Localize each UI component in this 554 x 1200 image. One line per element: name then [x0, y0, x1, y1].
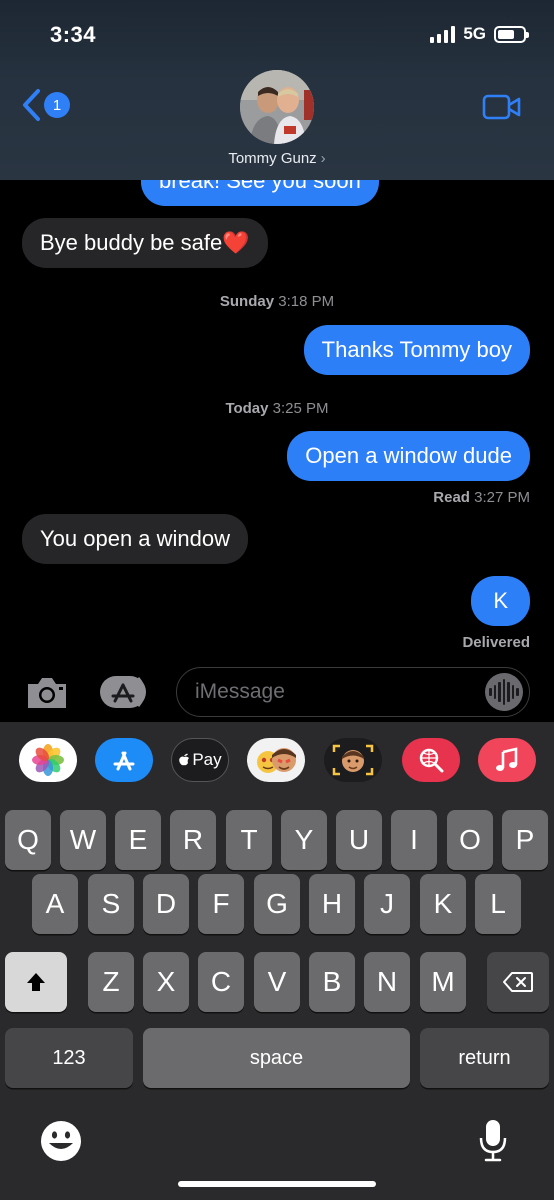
key-t[interactable]: T: [226, 810, 272, 870]
message-input[interactable]: [195, 678, 485, 706]
key-u[interactable]: U: [336, 810, 382, 870]
return-key[interactable]: return: [420, 1028, 549, 1088]
contact-name: Tommy Gunz: [228, 150, 317, 167]
contact-name-button[interactable]: Tommy Gunz ›: [0, 150, 554, 167]
message-bubble-outgoing[interactable]: K: [471, 576, 530, 626]
message-text: Open a window dude: [305, 443, 512, 468]
app-drawer: Pay: [0, 722, 554, 794]
key-h[interactable]: H: [309, 874, 355, 934]
key-s[interactable]: S: [88, 874, 134, 934]
app-store-icon[interactable]: [95, 738, 153, 782]
music-icon[interactable]: [478, 738, 536, 782]
status-time: 3:34: [50, 22, 97, 47]
shift-arrow-icon: [27, 973, 45, 991]
message-text: Thanks Tommy boy: [321, 337, 512, 362]
key-c[interactable]: C: [198, 952, 244, 1012]
key-m[interactable]: M: [420, 952, 466, 1012]
chevron-left-icon: [23, 89, 40, 121]
message-input-container[interactable]: [176, 667, 530, 717]
key-l[interactable]: L: [475, 874, 521, 934]
photos-icon[interactable]: [19, 738, 77, 782]
key-o[interactable]: O: [447, 810, 493, 870]
message-text: You open a window: [40, 526, 231, 551]
key-g[interactable]: G: [254, 874, 300, 934]
numbers-key[interactable]: 123: [5, 1028, 133, 1088]
memoji-stickers-icon[interactable]: [247, 738, 305, 782]
key-b[interactable]: B: [309, 952, 355, 1012]
message-bubble-incoming[interactable]: You open a window: [22, 514, 249, 564]
timestamp: Today 3:25 PM: [225, 400, 329, 417]
key-k[interactable]: K: [420, 874, 466, 934]
backspace-icon: [503, 972, 533, 992]
network-type: 5G: [463, 24, 486, 43]
conversation-header: 3:34 5G 1 Tommy Gunz ›: [0, 0, 554, 180]
avatar[interactable]: [240, 70, 314, 144]
key-d[interactable]: D: [143, 874, 189, 934]
key-f[interactable]: F: [198, 874, 244, 934]
message-text: Bye buddy be safe: [40, 230, 223, 255]
key-q[interactable]: Q: [5, 810, 51, 870]
chevron-right-icon: ›: [320, 150, 326, 167]
key-n[interactable]: N: [364, 952, 410, 1012]
facetime-video-icon[interactable]: [482, 93, 522, 121]
key-i[interactable]: I: [391, 810, 437, 870]
key-e[interactable]: E: [115, 810, 161, 870]
image-search-icon[interactable]: [402, 738, 460, 782]
battery-level: [498, 29, 514, 39]
key-x[interactable]: X: [143, 952, 189, 1012]
key-j[interactable]: J: [364, 874, 410, 934]
emoji-keyboard-icon[interactable]: [40, 1120, 82, 1162]
battery-icon: [494, 25, 529, 43]
unread-badge: 1: [44, 92, 70, 118]
delete-key[interactable]: [487, 952, 549, 1012]
app-store-apps-icon[interactable]: [98, 674, 152, 710]
heart-emoji: ❤️: [222, 230, 250, 255]
key-a[interactable]: A: [32, 874, 78, 934]
cellular-signal-icon: [430, 25, 456, 43]
key-z[interactable]: Z: [88, 952, 134, 1012]
key-w[interactable]: W: [60, 810, 106, 870]
message-bubble-outgoing[interactable]: Thanks Tommy boy: [303, 325, 530, 375]
key-v[interactable]: V: [254, 952, 300, 1012]
dictation-mic-icon[interactable]: [478, 1118, 508, 1164]
message-bubble-incoming[interactable]: Bye buddy be safe❤️: [22, 218, 268, 268]
camera-icon[interactable]: [24, 674, 70, 712]
key-p[interactable]: P: [502, 810, 548, 870]
keyboard: Pay Q W E R T Y U I O P A S D F G H J K …: [0, 722, 554, 1200]
space-key[interactable]: space: [143, 1028, 410, 1088]
delivered-receipt: Delivered: [462, 634, 530, 651]
voice-message-button[interactable]: [485, 673, 523, 711]
message-text: K: [493, 588, 508, 613]
key-r[interactable]: R: [170, 810, 216, 870]
apple-pay-label: Pay: [192, 750, 222, 769]
timestamp: Sunday 3:18 PM: [219, 293, 335, 310]
apple-pay-icon[interactable]: Pay: [171, 738, 229, 782]
read-receipt: Read 3:27 PM: [433, 489, 530, 506]
shift-key[interactable]: [5, 952, 67, 1012]
message-bubble-outgoing[interactable]: Open a window dude: [287, 431, 530, 481]
status-indicators: 5G: [430, 24, 529, 44]
home-indicator[interactable]: [178, 1181, 376, 1187]
key-y[interactable]: Y: [281, 810, 327, 870]
memoji-icon[interactable]: [324, 738, 382, 782]
back-button[interactable]: 1: [20, 88, 70, 122]
